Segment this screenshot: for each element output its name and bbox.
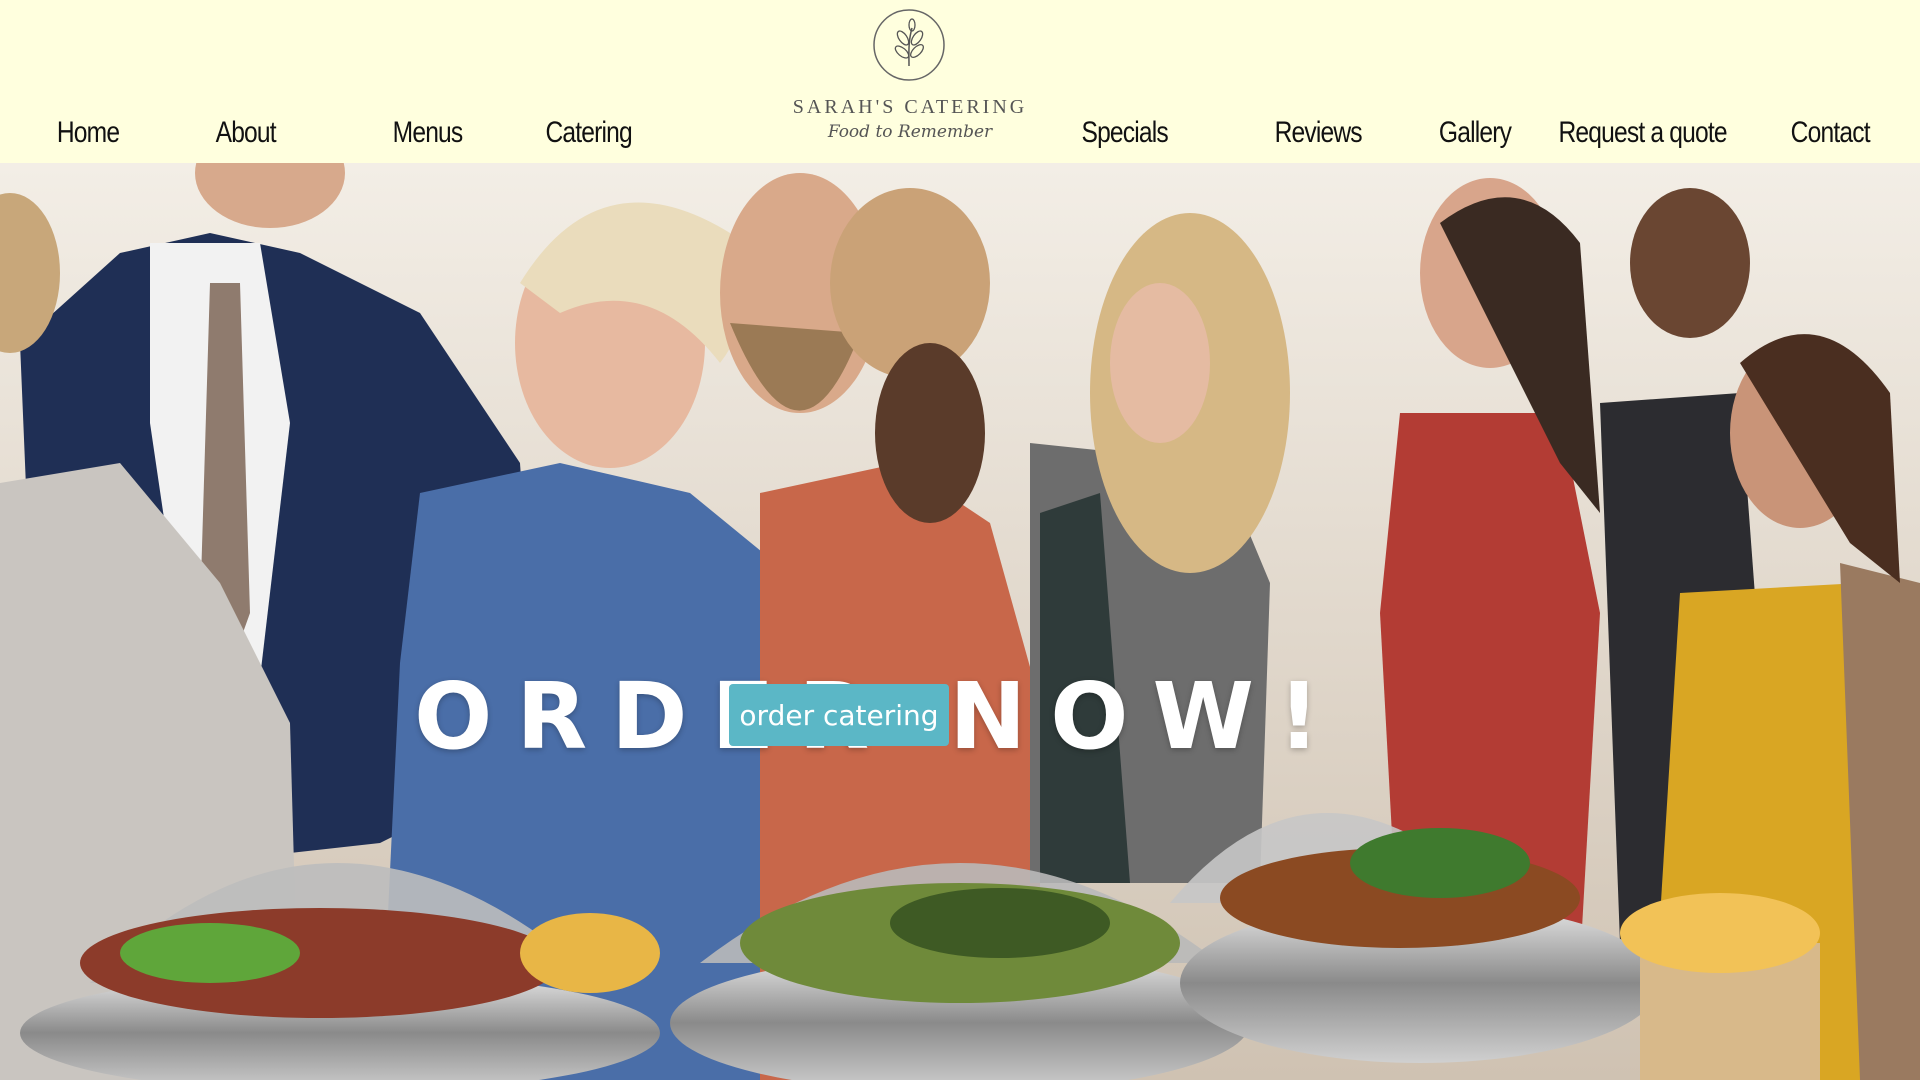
order-catering-button[interactable]: order catering bbox=[729, 684, 949, 746]
logo-name: SARAH'S CATERING bbox=[792, 96, 1028, 118]
site-header: Home About Menus Catering SARAH'S CATERI… bbox=[0, 0, 1920, 163]
nav-catering[interactable]: Catering bbox=[545, 116, 632, 150]
nav-home[interactable]: Home bbox=[57, 116, 120, 150]
olive-branch-icon bbox=[873, 9, 945, 81]
nav-specials[interactable]: Specials bbox=[1081, 116, 1168, 150]
logo-tagline: Food to Remember bbox=[827, 122, 993, 142]
nav-request-quote[interactable]: Request a quote bbox=[1558, 116, 1727, 150]
nav-contact[interactable]: Contact bbox=[1791, 116, 1871, 150]
site-logo[interactable]: SARAH'S CATERING Food to Remember bbox=[760, 4, 1060, 154]
nav-gallery[interactable]: Gallery bbox=[1439, 116, 1512, 150]
nav-menus[interactable]: Menus bbox=[393, 116, 464, 150]
catering-buffet-image bbox=[0, 163, 1920, 1080]
nav-about[interactable]: About bbox=[216, 116, 277, 150]
hero-banner: ORDER NOW! order catering bbox=[0, 163, 1920, 1080]
nav-reviews[interactable]: Reviews bbox=[1275, 116, 1363, 150]
